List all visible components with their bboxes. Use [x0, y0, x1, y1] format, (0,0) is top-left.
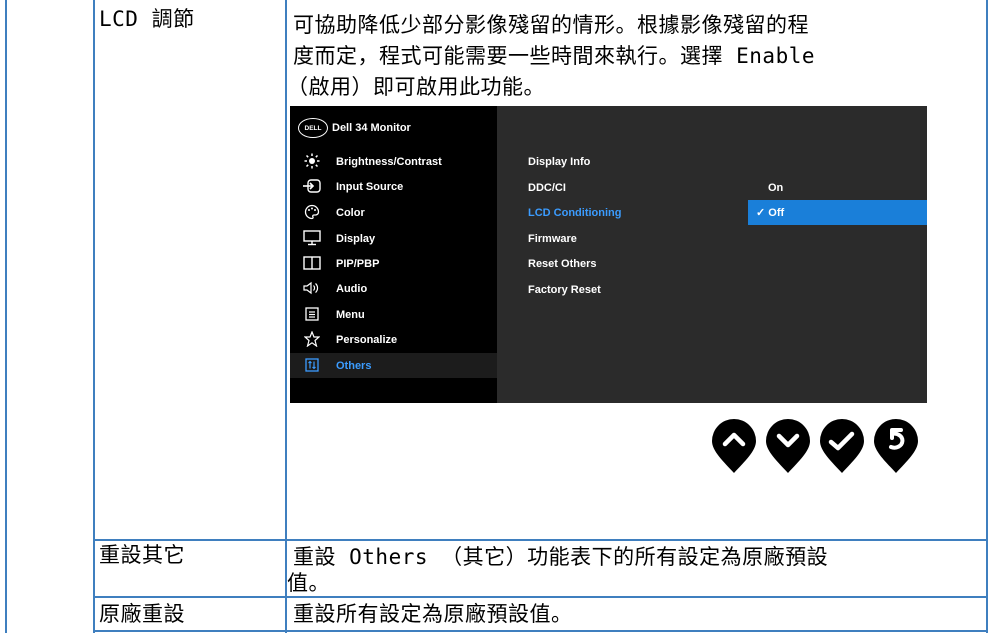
back-icon	[874, 419, 918, 473]
menu-icon	[302, 306, 322, 323]
row-label-factory-reset: 原廠重設	[99, 602, 185, 626]
menu-item-label: Input Source	[336, 180, 404, 193]
others-icon	[302, 357, 322, 374]
option-off-selected[interactable]: ✓ Off	[748, 200, 927, 225]
row-desc-lcd-line3: （啟用）即可啟用此功能。	[287, 75, 545, 99]
pip-icon	[302, 255, 322, 272]
row-desc-reset-others-line2: 值。	[287, 571, 330, 595]
row-divider-1	[93, 539, 988, 541]
submenu-lcd-conditioning[interactable]: LCD Conditioning	[528, 207, 621, 219]
row-label-reset-others: 重設其它	[99, 543, 185, 567]
menu-item-label: Others	[336, 359, 372, 372]
up-arrow-icon	[712, 419, 756, 473]
osd-right-panel: Display Info DDC/CI LCD Conditioning Fir…	[497, 106, 927, 403]
submenu-ddc-ci[interactable]: DDC/CI	[528, 182, 566, 194]
menu-item-audio[interactable]: Audio	[290, 276, 497, 301]
menu-item-display[interactable]: Display	[290, 226, 497, 251]
menu-item-brightness-contrast[interactable]: Brightness/Contrast	[290, 149, 497, 174]
row-desc-lcd-line1: 可協助降低少部分影像殘留的情形。根據影像殘留的程	[293, 13, 809, 37]
confirm-button[interactable]	[817, 417, 867, 475]
down-button[interactable]	[763, 417, 813, 475]
speaker-icon	[302, 281, 322, 297]
menu-item-input-source[interactable]: Input Source	[290, 174, 497, 199]
up-button[interactable]	[709, 417, 759, 475]
input-source-icon	[302, 178, 322, 195]
menu-item-label: Personalize	[336, 333, 398, 346]
down-arrow-icon	[766, 419, 810, 473]
submenu-firmware[interactable]: Firmware	[528, 233, 577, 245]
submenu-display-info[interactable]: Display Info	[528, 156, 590, 168]
osd-title-bar: DELL Dell 34 Monitor	[298, 116, 411, 140]
table-border-bottom	[93, 630, 988, 632]
row-desc-factory-reset: 重設所有設定為原廠預設值。	[293, 602, 573, 626]
menu-item-menu[interactable]: Menu	[290, 302, 497, 327]
osd-title: Dell 34 Monitor	[332, 122, 411, 134]
menu-item-label: Audio	[336, 282, 368, 295]
dell-logo: DELL	[298, 118, 328, 138]
menu-item-others[interactable]: Others	[290, 353, 497, 378]
menu-item-label: PIP/PBP	[336, 257, 380, 270]
back-button[interactable]	[871, 417, 921, 475]
option-on[interactable]: On	[768, 182, 783, 194]
palette-icon	[302, 204, 322, 222]
monitor-icon	[302, 229, 322, 248]
submenu-reset-others[interactable]: Reset Others	[528, 258, 596, 270]
menu-item-label: Display	[336, 232, 376, 245]
menu-item-personalize[interactable]: Personalize	[290, 327, 497, 352]
row-desc-lcd-line2: 度而定，程式可能需要一些時間來執行。選擇 Enable	[293, 44, 815, 68]
star-icon	[302, 329, 322, 349]
menu-item-pip-pbp[interactable]: PIP/PBP	[290, 251, 497, 276]
table-border-left	[5, 0, 7, 633]
check-icon	[820, 419, 864, 473]
row-desc-reset-others-line1: 重設 Others （其它）功能表下的所有設定為原廠預設	[293, 545, 829, 569]
submenu-factory-reset[interactable]: Factory Reset	[528, 284, 601, 296]
row-divider-2	[93, 596, 988, 598]
menu-item-label: Menu	[336, 308, 365, 321]
row-label-lcd: LCD 調節	[99, 7, 195, 31]
menu-item-color[interactable]: Color	[290, 200, 497, 225]
osd-menu-image: DELL Dell 34 Monitor Brightness/Contrast…	[290, 106, 927, 403]
menu-item-label: Brightness/Contrast	[336, 155, 442, 168]
menu-item-label: Color	[336, 206, 365, 219]
sun-icon	[302, 153, 322, 171]
osd-left-panel: DELL Dell 34 Monitor Brightness/Contrast…	[290, 106, 497, 403]
